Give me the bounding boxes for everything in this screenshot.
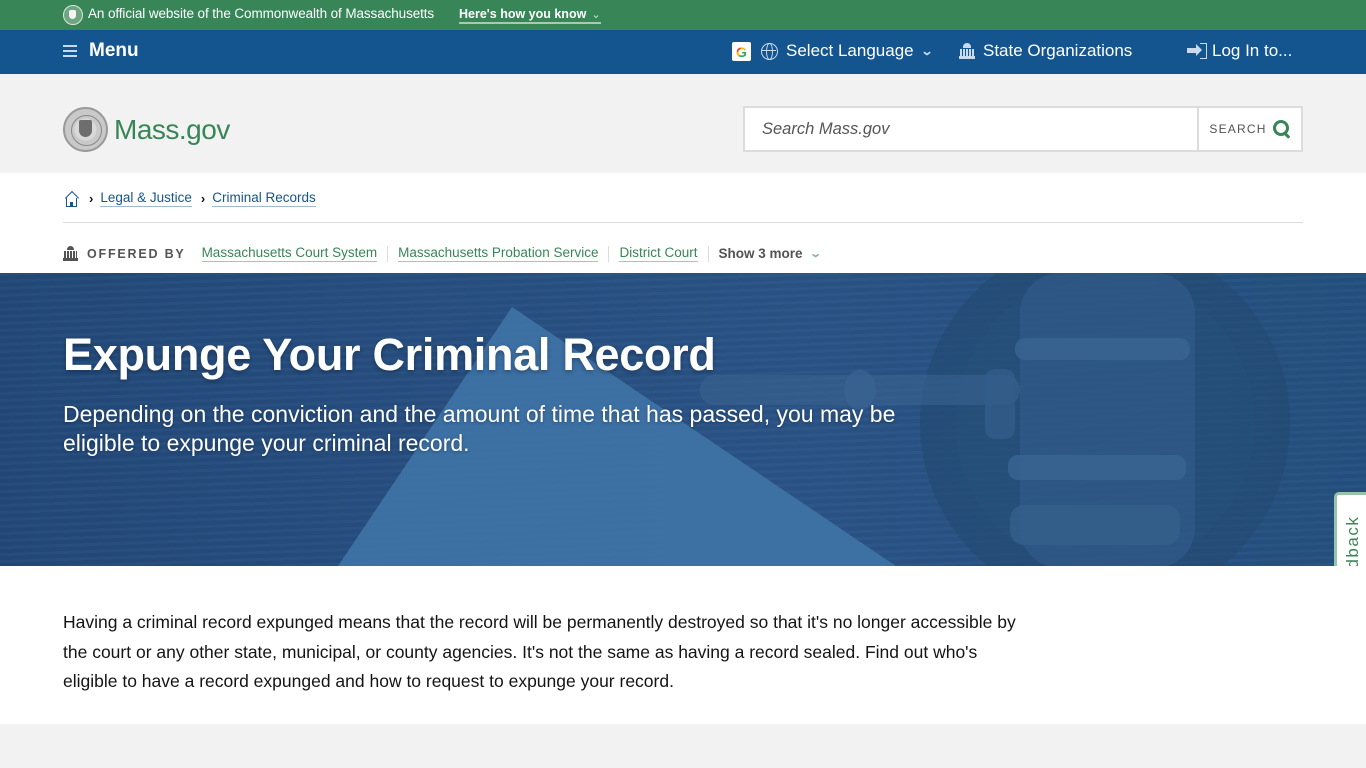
page-meta: › Legal & Justice › Criminal Records OFF… [0,173,1366,273]
mass-gov-logo-link[interactable]: Mass.gov [63,107,230,152]
org-link-district-court[interactable]: District Court [619,245,698,262]
commonwealth-seal-icon [63,107,108,152]
official-site-banner: An official website of the Commonwealth … [0,0,1366,30]
gavel-collar-shape [985,369,1015,439]
chevron-down-icon: ⌄ [920,44,934,58]
site-header: Mass.gov SEARCH [0,74,1366,173]
content-band [0,724,1366,768]
page-lede: Depending on the conviction and the amou… [63,401,896,456]
chevron-right-icon: › [89,191,94,206]
org-link-probation-service[interactable]: Massachusetts Probation Service [398,245,599,262]
state-organizations-label: State Organizations [983,41,1133,60]
separator [707,245,709,262]
menu-button[interactable]: Menu [63,40,139,62]
gavel-ring-shape [1015,338,1190,360]
state-seal-icon [63,5,83,25]
breadcrumb-legal-justice[interactable]: Legal & Justice [100,190,192,207]
gavel-ring-shape [1008,455,1186,480]
separator [387,245,389,262]
page-title: Expunge Your Criminal Record [63,329,716,380]
select-language-label: Select Language [786,41,914,60]
globe-icon [761,42,778,60]
how-you-know-toggle[interactable]: Here's how you know ⌄ [459,7,601,24]
show-more-orgs-button[interactable]: Show 3 more ⌄ [718,246,822,261]
google-letter: G [736,43,747,60]
utility-nav: Menu G Select Language ⌄ State Organizat… [0,30,1366,74]
search-icon [1272,120,1291,138]
home-icon[interactable] [63,190,80,207]
chevron-down-icon: ⌄ [808,248,822,260]
intro-text: Having a criminal record expunged means … [63,612,1016,691]
select-language-button[interactable]: Select Language ⌄ [761,41,934,61]
menu-label: Menu [89,40,139,61]
logo-text: Mass.gov [114,113,230,145]
google-translate-icon[interactable]: G [732,42,751,61]
gavel-ring-shape [1010,505,1180,545]
breadcrumb: › Legal & Justice › Criminal Records [63,190,325,207]
search-button-label: SEARCH [1209,122,1267,136]
search-input[interactable] [745,108,1197,150]
org-link-court-system[interactable]: Massachusetts Court System [201,245,378,262]
hamburger-icon [63,45,77,57]
page-hero: Expunge Your Criminal Record Depending o… [0,273,1366,566]
divider [63,222,1303,223]
intro-section: Having a criminal record expunged means … [0,566,1366,724]
how-you-know-label: Here's how you know [459,7,587,21]
offered-by: OFFERED BY Massachusetts Court System Ma… [63,245,822,262]
state-organizations-button[interactable]: State Organizations [959,41,1132,61]
state-building-icon [63,246,78,261]
search-button[interactable]: SEARCH [1197,108,1301,150]
show-more-label: Show 3 more [718,246,803,261]
login-icon [1187,43,1207,59]
chevron-right-icon: › [200,191,206,206]
login-label: Log In to... [1212,41,1293,60]
offered-by-label: OFFERED BY [87,246,186,261]
login-button[interactable]: Log In to... [1187,41,1292,61]
search-form: SEARCH [743,106,1303,152]
breadcrumb-criminal-records[interactable]: Criminal Records [212,190,316,207]
state-building-icon [959,43,975,59]
chevron-down-icon: ⌄ [591,9,601,21]
separator [608,245,610,262]
official-site-text: An official website of the Commonwealth … [88,6,435,21]
